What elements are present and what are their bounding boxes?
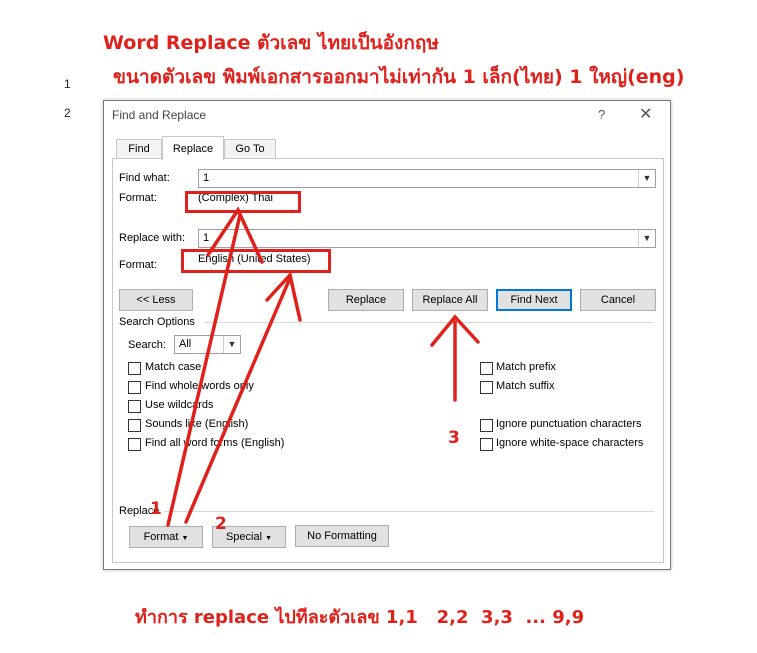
annotation-step-3: 3 [448,428,460,448]
footer-note: ทำการ replace ไปทีละตัวเลข 1,1 2,2 3,3 .… [135,607,585,628]
annotation-step-1: 1 [150,499,162,519]
annotation-step-2: 2 [215,514,227,534]
annotation-arrows [166,206,480,527]
tab-replace[interactable]: Replace [162,136,224,160]
arrow-2-line [184,276,292,524]
